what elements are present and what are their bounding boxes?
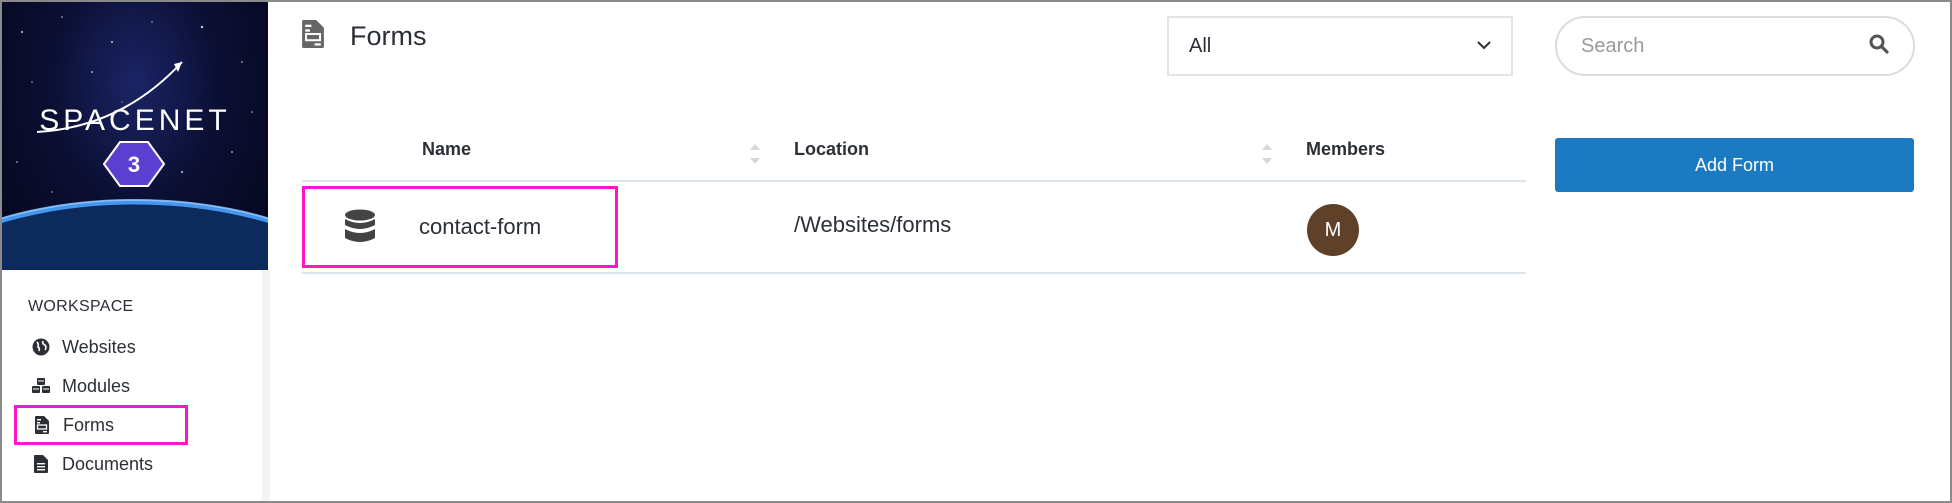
sort-name-icon[interactable] [750, 144, 760, 170]
sidebar-item-label: Forms [63, 414, 114, 435]
sidebar-item-documents[interactable]: Documents [16, 445, 186, 483]
form-name[interactable]: contact-form [419, 214, 541, 240]
brand-name: SPACENET [39, 104, 230, 137]
column-header-members: Members [1306, 139, 1386, 159]
sidebar-item-forms[interactable]: Forms [14, 405, 188, 445]
sort-location-icon[interactable] [1262, 144, 1272, 170]
search-input[interactable] [1581, 34, 1869, 58]
sidebar-item-label: Websites [62, 336, 136, 357]
sidebar-scrollbar[interactable] [262, 270, 270, 501]
brand-logo[interactable]: SPACENET 3 [2, 2, 268, 270]
add-form-button[interactable]: Add Form [1555, 138, 1914, 192]
column-header-location[interactable]: Location [794, 139, 869, 160]
sidebar-item-label: Documents [62, 453, 154, 474]
sidebar: SPACENET 3 WORKSPACE Websites Modules Fo… [2, 2, 270, 501]
form-icon [17, 416, 61, 434]
filter-selected-value: All [1189, 34, 1212, 57]
logo-artwork: SPACENET 3 [2, 16, 268, 270]
database-icon [305, 209, 415, 245]
sidebar-item-modules[interactable]: Modules [16, 367, 186, 405]
member-avatar[interactable]: M [1307, 204, 1359, 256]
page-header: Forms [302, 20, 427, 53]
filter-select[interactable]: All [1167, 16, 1513, 76]
chevron-down-icon [1477, 37, 1491, 55]
search-box [1555, 16, 1915, 76]
globe-icon [16, 338, 60, 356]
document-icon [16, 455, 60, 473]
form-icon [302, 20, 324, 53]
forms-table: Name Location Members contact-form /Webs… [302, 122, 1526, 274]
form-name-cell[interactable]: contact-form [302, 186, 618, 268]
page-title: Forms [350, 21, 427, 51]
table-header: Name Location Members [302, 122, 1526, 182]
search-icon[interactable] [1869, 34, 1889, 59]
brand-badge-number: 3 [128, 152, 140, 177]
table-row[interactable]: contact-form /Websites/forms M [302, 182, 1526, 274]
column-header-name[interactable]: Name [422, 139, 471, 160]
workspace-section-label: WORKSPACE [28, 298, 134, 315]
cubes-icon [16, 377, 60, 395]
sidebar-item-websites[interactable]: Websites [16, 328, 186, 366]
sidebar-item-label: Modules [62, 375, 131, 396]
form-location: /Websites/forms [794, 212, 952, 237]
app-window: SPACENET 3 WORKSPACE Websites Modules Fo… [0, 0, 1952, 503]
